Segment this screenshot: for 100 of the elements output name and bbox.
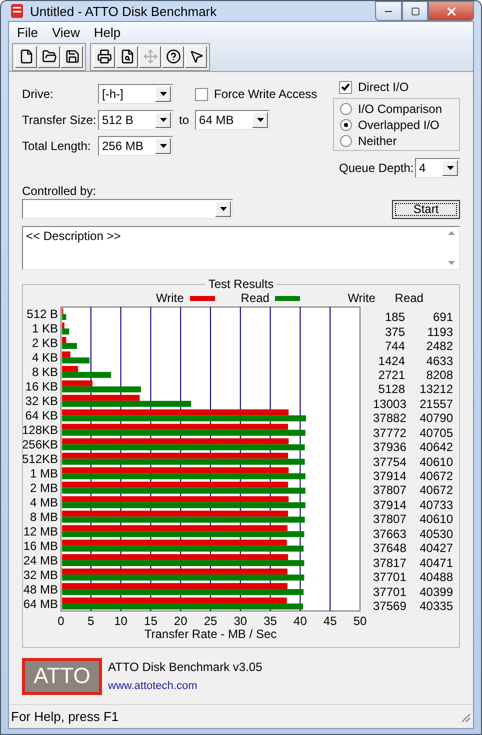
resize-grip-icon[interactable] — [459, 710, 471, 722]
print-preview-button[interactable] — [116, 46, 138, 68]
menu-item[interactable]: File — [11, 24, 44, 40]
checkbox-label: Direct I/O — [358, 80, 409, 94]
tick-label: 0 — [58, 614, 64, 628]
tick-label: 15 — [144, 614, 158, 628]
axis-title: Transfer Rate - MB / Sec — [144, 627, 277, 641]
scroll-up-icon[interactable] — [448, 231, 454, 235]
length-select[interactable]: 256 MB — [98, 136, 173, 156]
tick-label: 40 — [294, 614, 307, 628]
radio-label: Overlapped I/O — [358, 118, 440, 132]
category-label: 64 MB — [23, 596, 58, 611]
read-value: 40705 — [418, 426, 453, 440]
radio-button[interactable] — [340, 103, 352, 115]
read-value: 40488 — [418, 570, 453, 584]
pointer-help-icon — [188, 49, 204, 64]
description-box[interactable]: << Description >> — [22, 226, 460, 270]
write-value: 375 — [384, 324, 405, 339]
new-file-icon — [18, 49, 34, 64]
legend-swatch — [190, 296, 215, 300]
read-bar — [62, 314, 66, 320]
folder-button[interactable] — [38, 46, 60, 68]
size-select[interactable]: 512 B — [98, 110, 173, 130]
maximize-button[interactable] — [402, 1, 428, 21]
help-icon — [166, 49, 180, 64]
range-label: to — [179, 113, 190, 127]
legend-label: Write — [156, 291, 184, 305]
category-label: 1 MB — [30, 466, 58, 480]
write-value: 37701 — [373, 570, 405, 584]
category-label: 48 MB — [23, 582, 58, 596]
read-value: 13212 — [418, 382, 453, 396]
read-value: 40335 — [418, 598, 453, 613]
checkbox[interactable] — [195, 88, 208, 100]
read-value: 40672 — [418, 469, 453, 484]
help-button[interactable] — [162, 46, 184, 68]
column-header: Write — [346, 291, 376, 305]
column-header: Read — [394, 291, 424, 305]
caret-icon — [160, 118, 166, 122]
field-label: Drive: — [22, 87, 54, 101]
write-value: 37936 — [373, 440, 405, 454]
status-text: For Help, press F1 — [11, 709, 119, 724]
scroll-down-icon[interactable] — [448, 261, 454, 265]
write-value: 37882 — [373, 411, 405, 426]
category-label: 64 KB — [25, 408, 58, 423]
write-value: 37772 — [373, 426, 405, 440]
queue-select[interactable]: 4 — [415, 158, 460, 178]
close-button[interactable] — [428, 1, 474, 21]
category-label: 8 KB — [32, 365, 58, 380]
minimize-button[interactable] — [375, 1, 402, 21]
menu-item[interactable]: View — [46, 24, 86, 40]
write-bar — [62, 336, 66, 343]
write-value: 2721 — [377, 368, 405, 382]
new-file-button[interactable] — [15, 46, 37, 68]
controller-select[interactable] — [22, 199, 233, 219]
write-value: 185 — [384, 310, 405, 324]
read-value: 40610 — [418, 512, 453, 526]
menu-item[interactable]: Help — [88, 24, 127, 40]
tick-label: 10 — [114, 614, 128, 628]
size-select[interactable]: 64 MB — [195, 110, 270, 130]
save-button[interactable] — [61, 46, 83, 68]
start-button[interactable]: Start — [392, 200, 460, 218]
write-value: 37754 — [373, 454, 405, 469]
read-value: 40399 — [418, 584, 453, 599]
category-label: 4 MB — [30, 495, 58, 510]
read-value: 40733 — [418, 498, 453, 512]
write-value: 37914 — [373, 469, 405, 484]
write-value: 5128 — [377, 382, 405, 396]
caret-icon — [160, 92, 166, 96]
printer-icon — [96, 49, 112, 64]
folder-icon — [42, 49, 56, 64]
checkbox[interactable] — [339, 80, 352, 94]
printer-button[interactable] — [93, 46, 115, 68]
radio-button[interactable] — [340, 135, 352, 147]
pointer-help-button[interactable] — [185, 46, 207, 68]
write-value: 37701 — [373, 584, 405, 599]
tick-label: 5 — [88, 614, 94, 628]
category-label: 2 KB — [32, 336, 58, 350]
field-label: Controlled by: — [22, 184, 98, 198]
category-label: 512 B — [26, 307, 58, 322]
write-value: 37569 — [373, 598, 405, 613]
checkbox-label: Force Write Access — [214, 87, 318, 101]
radio-button[interactable] — [340, 119, 352, 131]
read-value: 40427 — [418, 541, 453, 556]
close-icon — [444, 4, 458, 18]
app-icon — [10, 3, 24, 19]
radio-label: Neither — [358, 134, 397, 148]
drive-select[interactable]: [-h-] — [98, 84, 173, 104]
write-value: 37807 — [373, 483, 405, 498]
read-value: 21557 — [418, 396, 453, 411]
read-value: 40530 — [418, 526, 453, 541]
legend-label: Read — [240, 291, 270, 305]
panel-title: Test Results — [205, 277, 277, 291]
read-value: 40642 — [418, 440, 453, 454]
caret-icon — [220, 207, 226, 211]
category-label: 4 KB — [32, 350, 58, 365]
tick-label: 35 — [264, 614, 277, 628]
category-label: 8 MB — [30, 510, 58, 524]
website-link[interactable]: www.attotech.com — [108, 680, 262, 692]
atto-logo: ATTO — [22, 658, 102, 694]
category-label: 12 MB — [23, 524, 58, 538]
